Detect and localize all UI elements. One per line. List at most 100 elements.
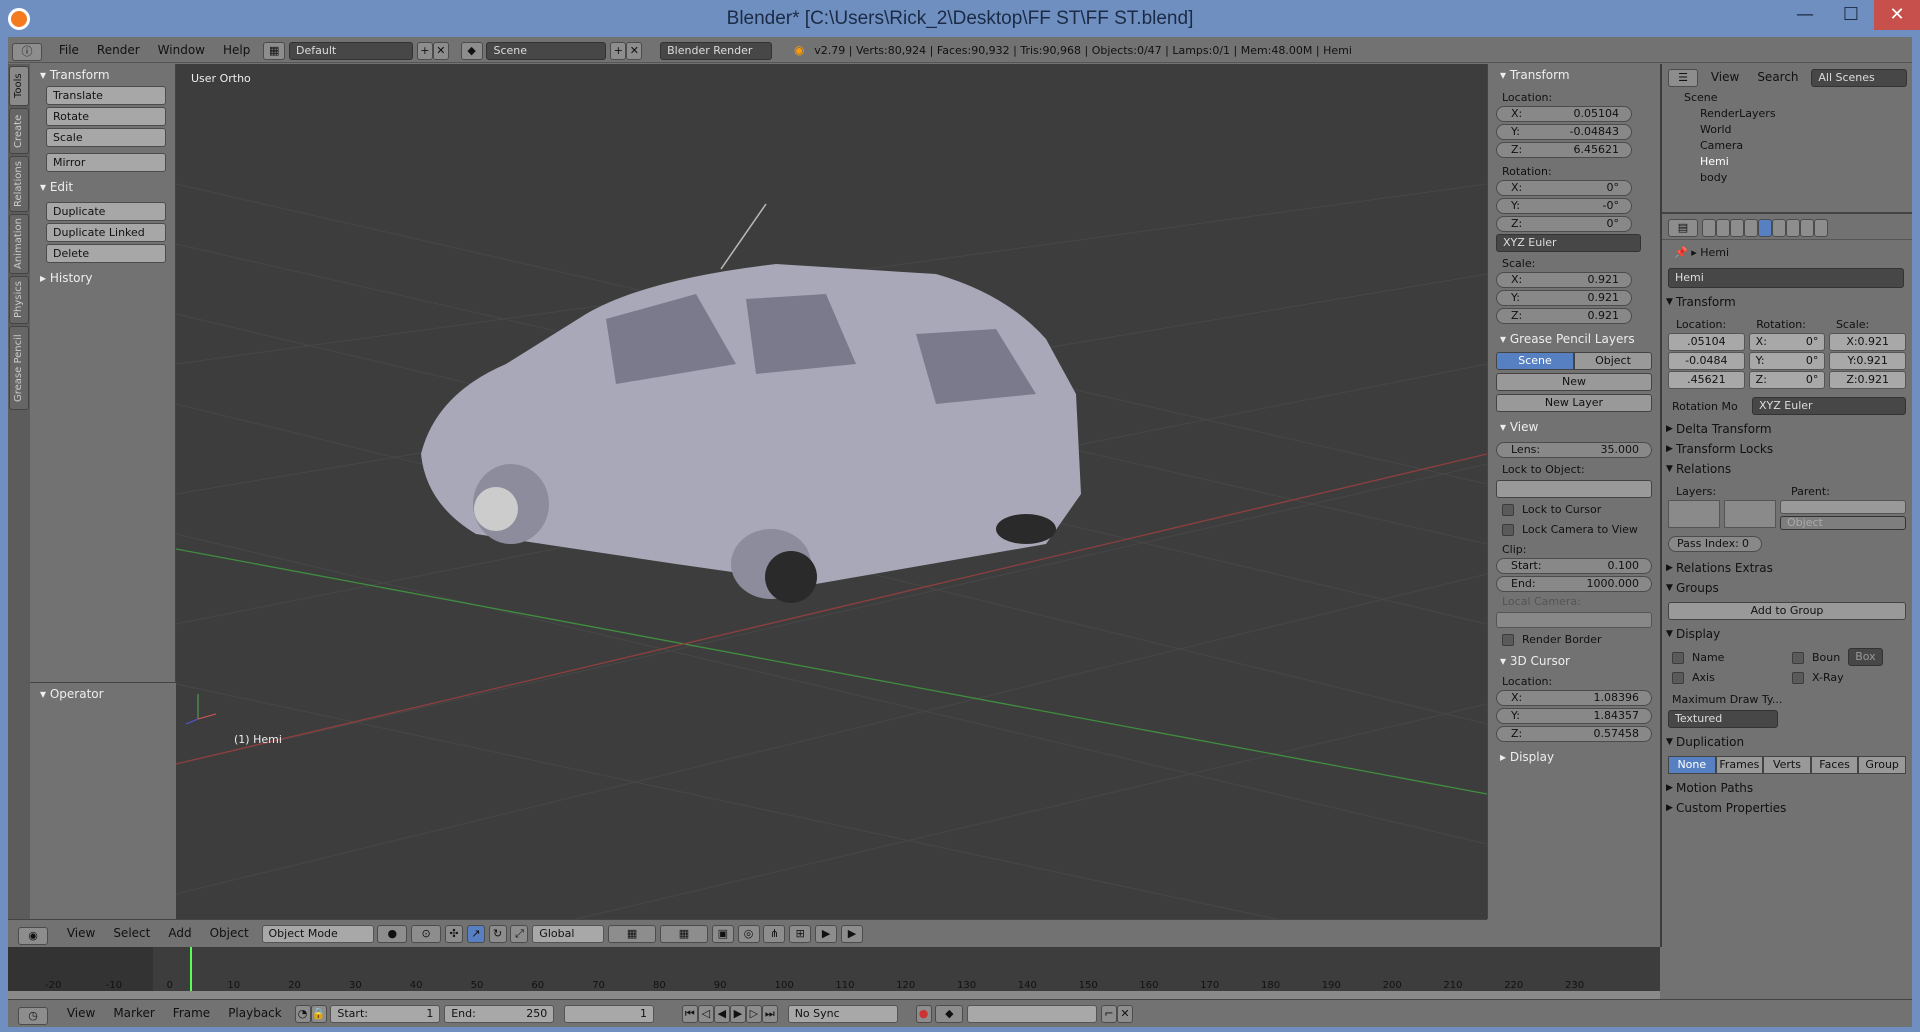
outliner-row-renderlayers[interactable]: RenderLayers (1662, 106, 1912, 122)
add-scene-icon[interactable]: + (610, 41, 627, 60)
outliner-row-hemi[interactable]: Hemi (1662, 154, 1912, 170)
props-loc-z[interactable]: .45621 (1668, 371, 1745, 389)
play-reverse-icon[interactable]: ◀ (713, 1004, 730, 1023)
props-rot-y[interactable]: Y: 0° (1748, 352, 1826, 370)
grease-pencil-header[interactable]: ▾ Grease Pencil Layers (1488, 328, 1660, 350)
loc-y-field[interactable]: Y: -0.04843 (1496, 124, 1632, 140)
gp-new-layer-button[interactable]: New Layer (1496, 394, 1652, 412)
tab-tools[interactable]: Tools (9, 66, 29, 106)
tab-grease-pencil[interactable]: Grease Pencil (9, 326, 29, 410)
translate-manipulator-icon[interactable]: ↗ (466, 924, 485, 943)
play-icon[interactable]: ▶ (729, 1004, 746, 1023)
tl-menu-view[interactable]: View (58, 1000, 104, 1026)
tl-menu-playback[interactable]: Playback (219, 1000, 291, 1026)
preview-range-icon[interactable]: ◔ (294, 1004, 311, 1023)
lock-camera-checkbox[interactable]: Lock Camera to View (1488, 520, 1660, 540)
add-layout-icon[interactable]: + (416, 41, 433, 60)
tab-animation[interactable]: Animation (9, 214, 29, 274)
duplicate-linked-button[interactable]: Duplicate Linked (46, 223, 166, 242)
duplicate-button[interactable]: Duplicate (46, 202, 166, 221)
dup-frames-button[interactable]: Frames (1715, 756, 1764, 774)
rotate-button[interactable]: Rotate (46, 107, 166, 126)
render-engine-select[interactable]: Blender Render (660, 41, 773, 60)
mirror-button[interactable]: Mirror (46, 153, 166, 172)
outliner-row-scene[interactable]: Scene (1662, 90, 1912, 106)
props-transform-header[interactable]: ▼ Transform (1662, 292, 1912, 312)
outliner-menu-search[interactable]: Search (1748, 64, 1807, 90)
proportional-edit-icon[interactable]: ◎ (737, 924, 760, 943)
object-name-field[interactable]: Hemi (1668, 268, 1904, 288)
dup-none-button[interactable]: None (1668, 756, 1716, 774)
data-tab-icon[interactable] (1785, 219, 1800, 237)
delete-keyframe-icon[interactable]: ✕ (1117, 1004, 1134, 1023)
manipulator-icon[interactable]: ✣ (444, 924, 463, 943)
cursor-z-field[interactable]: Z: 0.57458 (1496, 726, 1652, 742)
scene-field[interactable]: Scene (486, 41, 607, 60)
properties-editor-icon[interactable]: ▤ (1668, 219, 1698, 237)
props-loc-x[interactable]: .05104 (1668, 333, 1745, 351)
dup-verts-button[interactable]: Verts (1763, 756, 1811, 774)
snap-element-icon[interactable]: ⊞ (789, 924, 812, 943)
outliner-row-world[interactable]: World (1662, 122, 1912, 138)
rotate-manipulator-icon[interactable]: ↻ (488, 924, 507, 943)
viewport-editor-icon[interactable]: ◉ (18, 926, 48, 945)
gp-object-button[interactable]: Object (1574, 352, 1652, 370)
tl-menu-marker[interactable]: Marker (104, 1000, 163, 1026)
props-rot-x[interactable]: X: 0° (1748, 333, 1826, 351)
current-frame-field[interactable]: 1 (564, 1004, 655, 1023)
motion-paths-header[interactable]: ▶ Motion Paths (1662, 778, 1912, 798)
screen-layout-icon[interactable]: ▦ (263, 41, 286, 60)
jump-end-icon[interactable]: ⏭ (761, 1004, 778, 1023)
jump-prev-key-icon[interactable]: ◁ (697, 1004, 714, 1023)
layers-grid-b[interactable] (1724, 500, 1776, 528)
vp-menu-object[interactable]: Object (201, 920, 258, 946)
add-to-group-button[interactable]: Add to Group (1668, 602, 1906, 620)
bounds-type-select[interactable]: Box (1848, 648, 1883, 666)
timeline[interactable]: -20 -10 0 10 20 30 40 50 60 70 80 90 100 110 120 130 140… (8, 947, 1660, 999)
props-rotmode-select[interactable]: XYZ Euler (1752, 397, 1906, 415)
custom-props-header[interactable]: ▶ Custom Properties (1662, 798, 1912, 818)
close-button[interactable]: ✕ (1874, 0, 1920, 30)
interaction-mode-select[interactable]: Object Mode (261, 924, 374, 943)
cursor-y-field[interactable]: Y: 1.84357 (1496, 708, 1652, 724)
n-transform-header[interactable]: ▾ Transform (1488, 64, 1660, 86)
axis-checkbox[interactable]: Axis (1672, 668, 1792, 688)
keying-set-field[interactable] (967, 1004, 1098, 1023)
rot-y-field[interactable]: Y: -0° (1496, 198, 1632, 214)
start-frame-field[interactable]: Start: 1 (330, 1004, 441, 1023)
tab-relations[interactable]: Relations (9, 156, 29, 212)
scale-button[interactable]: Scale (46, 128, 166, 147)
gp-scene-button[interactable]: Scene (1496, 352, 1574, 370)
layers-grid-2[interactable]: ▦ (659, 924, 708, 943)
lock-cursor-checkbox[interactable]: Lock to Cursor (1488, 500, 1660, 520)
physics-tab-icon[interactable] (1813, 219, 1828, 237)
display-header[interactable]: ▼ Display (1662, 624, 1912, 644)
props-rot-z[interactable]: Z: 0° (1748, 371, 1826, 389)
world-tab-icon[interactable] (1743, 219, 1758, 237)
outliner-menu-view[interactable]: View (1702, 64, 1748, 90)
end-frame-field[interactable]: End: 250 (444, 1004, 555, 1023)
render-tab-icon[interactable] (1701, 219, 1716, 237)
operator-panel-header[interactable]: ▾ Operator (30, 683, 176, 705)
lock-object-field[interactable] (1496, 480, 1652, 498)
max-draw-select[interactable]: Textured (1668, 710, 1778, 728)
clip-end-field[interactable]: End: 1000.000 (1496, 576, 1652, 592)
tl-menu-frame[interactable]: Frame (164, 1000, 219, 1026)
loc-z-field[interactable]: Z: 6.45621 (1496, 142, 1632, 158)
snap-icon[interactable]: ⋔ (763, 924, 786, 943)
remove-scene-icon[interactable]: ✕ (626, 41, 643, 60)
lock-range-icon[interactable]: 🔒 (310, 1004, 327, 1023)
lock-layers-icon[interactable]: ▣ (711, 924, 734, 943)
outliner-editor-icon[interactable]: ☰ (1668, 68, 1698, 87)
scene-tab-icon[interactable] (1729, 219, 1744, 237)
relations-extras-header[interactable]: ▶ Relations Extras (1662, 558, 1912, 578)
name-checkbox[interactable]: Name (1672, 648, 1792, 668)
history-panel-header[interactable]: ▸ History (30, 267, 175, 289)
insert-keyframe-icon[interactable]: ⌐ (1101, 1004, 1118, 1023)
outliner-row-camera[interactable]: Camera (1662, 138, 1912, 154)
remove-layout-icon[interactable]: ✕ (432, 41, 449, 60)
object-tab-icon[interactable] (1757, 219, 1772, 237)
rotation-mode-select[interactable]: XYZ Euler (1496, 234, 1641, 252)
tab-create[interactable]: Create (9, 108, 29, 154)
cursor-x-field[interactable]: X: 1.08396 (1496, 690, 1652, 706)
